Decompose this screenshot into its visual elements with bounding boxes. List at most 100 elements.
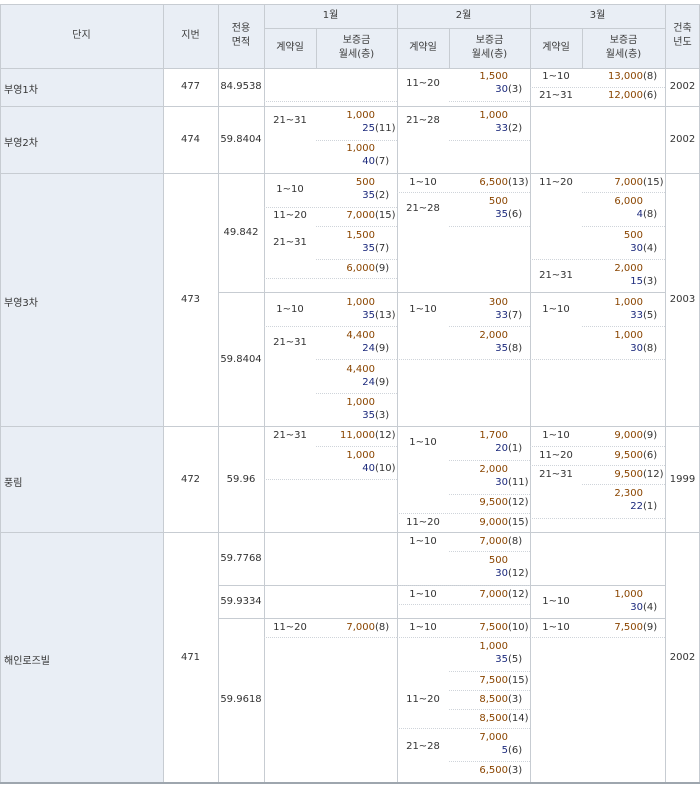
grid-line [218,4,219,782]
contract-date: 1~10 [276,184,304,195]
deposit-amount: 9,500 [479,497,508,508]
header-month-1: 1월 [264,4,397,28]
deposit-amount: 7,000 [614,177,643,188]
complex-name: 풍림 [4,478,23,489]
deposit-amount: 7,000 [479,536,508,547]
deposit-amount: 1,000 [479,641,508,652]
header-date-m2: 계약일 [397,28,449,68]
floor-number: (12) [508,497,529,508]
monthly-rent: 35 [495,209,508,220]
grid-line [163,4,164,782]
area-value: 49.842 [223,227,259,238]
deposit-amount: 500 [488,555,508,566]
floor-number: (9) [643,430,658,441]
floor-number: (6) [643,450,658,461]
contract-date: 1~10 [409,177,437,188]
deposit-amount: 9,000 [614,430,643,441]
deposit-amount: 7,500 [614,622,643,633]
header-month-2: 2월 [397,4,530,28]
area-value: 59.9618 [220,694,262,705]
lot-number: 472 [180,474,201,485]
floor-number: (8) [375,622,390,633]
monthly-rent: 33 [495,123,508,134]
grid-line [264,479,397,480]
contract-date: 11~20 [406,78,440,89]
grid-line [0,532,700,533]
grid-line [316,226,397,227]
deposit-amount: 500 [488,196,508,207]
deposit-amount: 8,500 [479,713,508,724]
area-value: 59.8404 [220,354,262,365]
grid-line [264,637,397,638]
built-year: 2002 [669,134,696,145]
grid-line [665,4,666,782]
header-area-line2: 면적 [231,37,251,48]
header-complex: 단지 [0,4,163,68]
header-area-line1: 전용 [231,22,251,34]
grid-line [264,28,665,29]
complex-name: 부영1차 [4,85,38,96]
deposit-amount: 9,000 [479,517,508,528]
deposit-amount: 2,000 [614,263,643,274]
floor-number: (13) [508,177,529,188]
monthly-rent: 22 [630,501,643,512]
complex-name: 부영2차 [4,138,38,149]
deposit-amount: 1,500 [479,71,508,82]
floor-number: (4) [643,243,658,254]
contract-date: 21~31 [273,430,307,441]
floor-number: (3) [508,84,523,95]
built-year: 2002 [669,81,696,92]
grid-line [449,690,530,691]
deposit-amount: 1,000 [614,589,643,600]
area-value: 59.8404 [220,134,262,145]
deposit-amount: 13,000 [608,71,643,82]
grid-line [530,259,665,260]
deposit-amount: 500 [623,230,643,241]
header-month-3-label: 3월 [589,9,606,21]
complex-name: 해인로즈빌 [4,656,50,667]
grid-line [530,465,665,466]
contract-date: 11~20 [539,177,573,188]
floor-number: (7) [508,310,523,321]
contract-date: 21~31 [539,469,573,480]
lot-number: 474 [180,134,201,145]
grid-line [218,292,665,293]
floor-number: (13) [375,310,396,321]
contract-date: 11~20 [406,517,440,528]
monthly-rent: 30 [630,602,643,613]
deposit-amount: 1,000 [346,450,375,461]
floor-number: (7) [375,243,390,254]
header-price-line1: 보증금 [342,34,371,46]
deposit-amount: 8,500 [479,694,508,705]
floor-number: (11) [375,123,396,134]
monthly-rent: 30 [495,477,508,488]
deposit-amount: 6,000 [614,196,643,207]
header-lot: 지번 [163,4,218,68]
monthly-rent: 35 [362,190,375,201]
monthly-rent: 24 [362,343,375,354]
contract-date: 1~10 [542,430,570,441]
deposit-amount: 7,500 [479,675,508,686]
grid-line [218,618,665,619]
grid-line [316,140,397,141]
built-year: 2003 [669,294,696,305]
grid-line [0,4,1,782]
floor-number: (6) [508,745,523,756]
floor-number: (6) [643,90,658,101]
floor-number: (11) [508,477,529,488]
grid-line [316,259,397,260]
header-price-line2: 월세(층) [605,49,642,60]
grid-line [530,637,665,638]
contract-date: 1~10 [542,622,570,633]
deposit-amount: 7,500 [479,622,508,633]
grid-line [316,446,397,447]
monthly-rent: 33 [630,310,643,321]
deposit-amount: 500 [355,177,375,188]
built-year: 2002 [669,652,696,663]
floor-number: (15) [508,517,529,528]
contract-date: 11~20 [273,622,307,633]
deposit-amount: 7,000 [479,732,508,743]
grid-line [0,106,700,107]
grid-line [449,460,530,461]
grid-line [264,207,397,208]
